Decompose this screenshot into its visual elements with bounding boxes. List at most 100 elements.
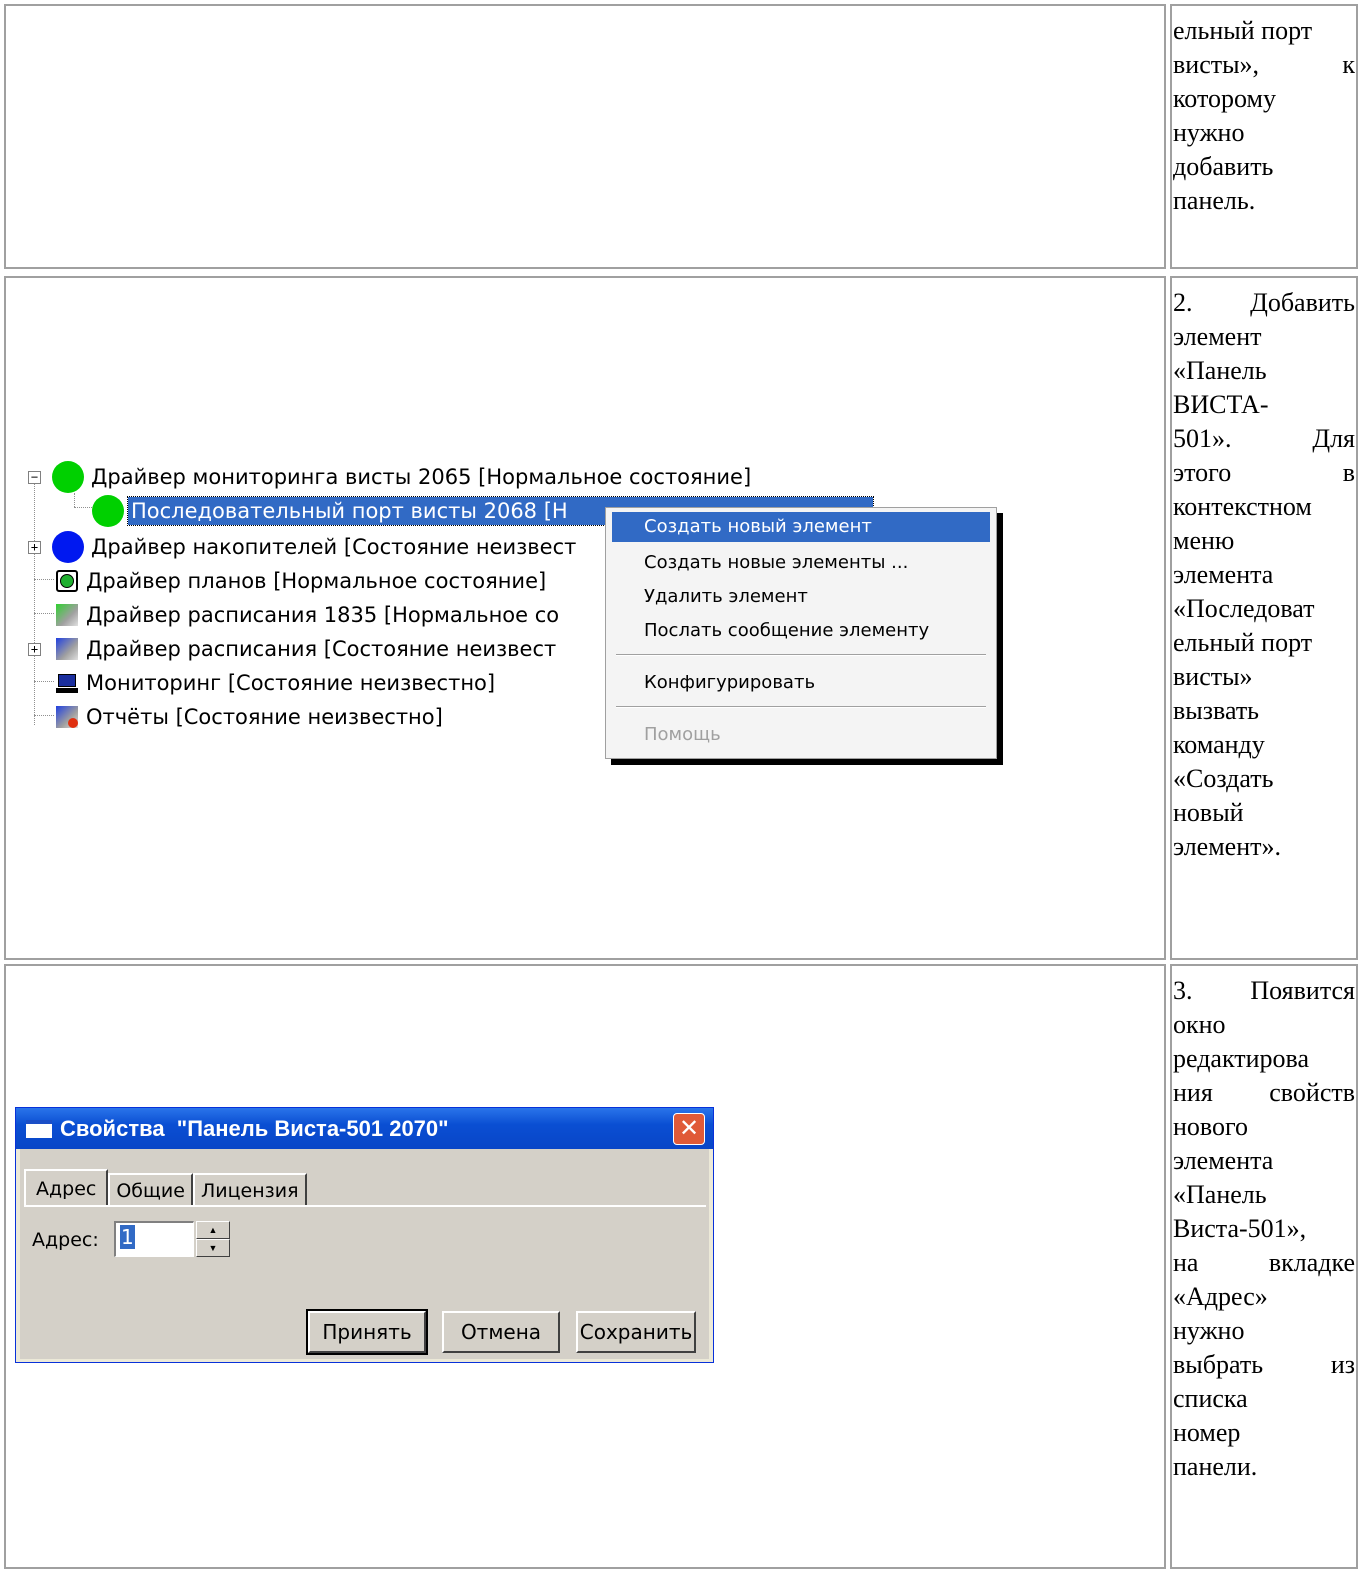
tree-line xyxy=(34,715,54,716)
step2-line: висты» xyxy=(1173,662,1253,691)
step3-word: на xyxy=(1173,1248,1199,1277)
menu-separator xyxy=(616,706,986,708)
step3-line: нужно xyxy=(1173,1316,1245,1345)
schedule-driver-icon xyxy=(56,604,78,626)
menu-item-configure[interactable]: Конфигурировать xyxy=(612,668,990,698)
save-button[interactable]: Сохранить xyxy=(576,1311,696,1353)
step2-line: «Панель xyxy=(1173,356,1267,385)
tab-license[interactable]: Лицензия xyxy=(192,1173,307,1205)
step3-line: «Адрес» xyxy=(1173,1282,1268,1311)
step3-word: свойств xyxy=(1269,1078,1355,1107)
address-spinner[interactable]: ▲ ▼ xyxy=(196,1221,230,1257)
step3-word: ния xyxy=(1173,1078,1213,1107)
expand-icon[interactable]: + xyxy=(28,541,41,554)
tree-item-reports[interactable]: Отчёты [Состояние неизвестно] xyxy=(56,701,446,733)
tree-line xyxy=(34,481,35,725)
step3-word: из xyxy=(1330,1350,1355,1379)
step1-text: ельный порт висты», к которому нужно доба… xyxy=(1173,14,1355,218)
step2-line: ельный порт xyxy=(1173,628,1313,657)
close-button[interactable]: ✕ xyxy=(673,1113,705,1145)
step3-text: 3. Появится окно редактирова ния свойств н… xyxy=(1173,974,1355,1484)
step1-line: нужно xyxy=(1173,118,1245,147)
menu-item-delete-element[interactable]: Удалить элемент xyxy=(612,582,990,612)
spin-up-icon[interactable]: ▲ xyxy=(196,1221,230,1239)
menu-separator xyxy=(616,654,986,656)
tab-general[interactable]: Общие xyxy=(108,1173,193,1205)
tree-item-plans-driver[interactable]: Драйвер планов [Нормальное состояние] xyxy=(56,565,549,597)
computer-icon xyxy=(56,672,78,694)
menu-item-send-message[interactable]: Послать сообщение элементу xyxy=(612,616,990,646)
step3-line: «Панель xyxy=(1173,1180,1267,1209)
step1-line: панель. xyxy=(1173,186,1256,215)
tree-line xyxy=(74,493,75,507)
address-input[interactable]: 1 xyxy=(114,1221,194,1257)
cancel-button[interactable]: Отмена xyxy=(442,1311,560,1353)
step1-word: к xyxy=(1342,50,1355,79)
step2-line: контекстном xyxy=(1173,492,1312,521)
tab-divider xyxy=(24,1205,706,1207)
tree-item-label: Мониторинг [Состояние неизвестно] xyxy=(86,671,496,695)
step2-line: «Создать xyxy=(1173,764,1274,793)
accept-button[interactable]: Принять xyxy=(306,1309,428,1355)
status-green-icon xyxy=(92,495,124,527)
properties-dialog: Свойства "Панель Виста-501 2070" ✕ Адрес… xyxy=(15,1107,714,1363)
menu-item-create-elements[interactable]: Создать новые элементы ... xyxy=(612,548,990,578)
reports-icon xyxy=(56,706,78,728)
step3-line: редактирова xyxy=(1173,1044,1310,1073)
tree-line xyxy=(34,579,54,580)
tree-item-label: Драйвер мониторинга висты 2065 [Нормальн… xyxy=(91,465,752,489)
expand-icon[interactable]: + xyxy=(28,643,41,656)
step2-line: элемент xyxy=(1173,322,1262,351)
step1-line: добавить xyxy=(1173,152,1274,181)
tree-item-storage-driver[interactable]: Драйвер накопителей [Состояние неизвест xyxy=(52,531,579,563)
step3-line: нового xyxy=(1173,1112,1249,1141)
status-green-icon xyxy=(52,461,84,493)
tree-item-label: Драйвер расписания [Состояние неизвест xyxy=(86,637,557,661)
schedule-driver-icon xyxy=(56,638,78,660)
tree-item-schedule-driver-1835[interactable]: Драйвер расписания 1835 [Нормальное со xyxy=(56,599,562,631)
tree-item-schedule-driver[interactable]: Драйвер расписания [Состояние неизвест xyxy=(56,633,559,665)
step3-word: 3. xyxy=(1173,976,1193,1005)
step3-word: Появится xyxy=(1250,976,1355,1005)
tree-line xyxy=(74,507,94,508)
step1-line: ельный порт xyxy=(1173,16,1313,45)
step2-line: «Последоват xyxy=(1173,594,1315,623)
step3-line: номер xyxy=(1173,1418,1241,1447)
tree-item-label: Драйвер накопителей [Состояние неизвест xyxy=(91,535,577,559)
spin-down-icon[interactable]: ▼ xyxy=(196,1239,230,1257)
dialog-title: Свойства "Панель Виста-501 2070" xyxy=(60,1115,449,1141)
tree-line xyxy=(34,681,54,682)
step2-text: 2. Добавить элемент «Панель ВИСТА- 501». Д… xyxy=(1173,286,1355,864)
tree-item-monitoring-driver[interactable]: Драйвер мониторинга висты 2065 [Нормальн… xyxy=(52,461,754,493)
plans-driver-icon xyxy=(56,570,78,592)
context-menu: Создать новый элемент Создать новые элем… xyxy=(605,507,997,759)
dialog-titlebar[interactable]: Свойства "Панель Виста-501 2070" ✕ xyxy=(16,1108,713,1149)
window-icon xyxy=(26,1119,52,1138)
dialog-body: Адрес Общие Лицензия Адрес: 1 ▲ ▼ Принят… xyxy=(20,1149,709,1359)
step2-line: элемента xyxy=(1173,560,1274,589)
step2-line: элемент». xyxy=(1173,832,1281,861)
step2-word: в xyxy=(1342,458,1355,487)
step3-line: Виста-501», xyxy=(1173,1214,1307,1243)
status-blue-icon xyxy=(52,531,84,563)
tree-item-monitoring[interactable]: Мониторинг [Состояние неизвестно] xyxy=(56,667,498,699)
step1-line: которому xyxy=(1173,84,1276,113)
menu-item-create-element[interactable]: Создать новый элемент xyxy=(612,512,990,542)
step3-word: выбрать xyxy=(1173,1350,1264,1379)
tree-line xyxy=(34,613,54,614)
step2-word: 501». xyxy=(1173,424,1232,453)
step2-line: команду xyxy=(1173,730,1265,759)
step2-line: меню xyxy=(1173,526,1235,555)
collapse-icon[interactable]: − xyxy=(28,471,41,484)
step3-line: панели. xyxy=(1173,1452,1258,1481)
step2-line: ВИСТА- xyxy=(1173,390,1269,419)
tree-item-label: Отчёты [Состояние неизвестно] xyxy=(86,705,443,729)
tree-item-label: Драйвер планов [Нормальное состояние] xyxy=(86,569,547,593)
tab-bar: Адрес Общие Лицензия xyxy=(24,1169,307,1205)
step3-line: окно xyxy=(1173,1010,1226,1039)
step3-word: вкладке xyxy=(1268,1248,1355,1277)
tab-address[interactable]: Адрес xyxy=(24,1169,109,1205)
address-label: Адрес: xyxy=(32,1229,99,1251)
step2-word: Для xyxy=(1312,424,1355,453)
menu-item-help: Помощь xyxy=(644,724,721,745)
